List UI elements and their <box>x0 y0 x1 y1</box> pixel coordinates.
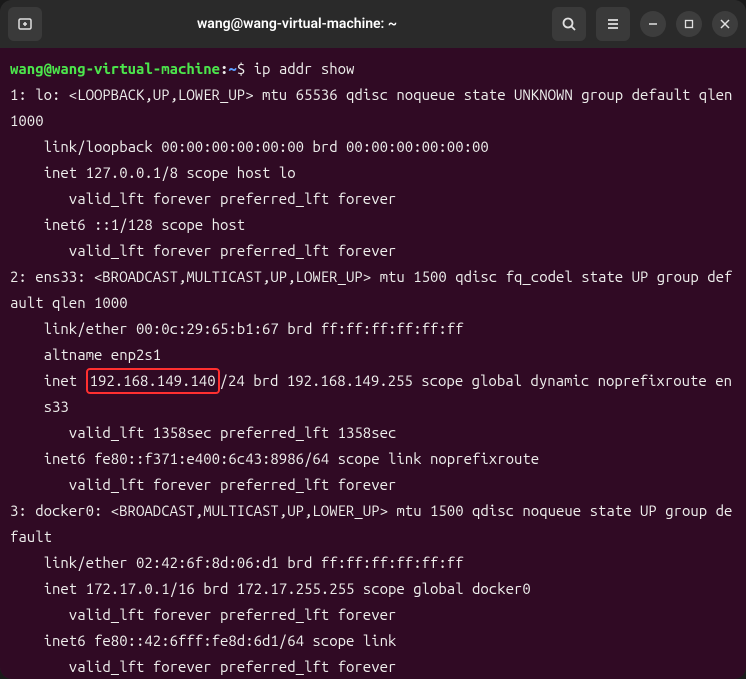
window-title: wang@wang-virtual-machine: ~ <box>50 16 544 32</box>
new-tab-button[interactable] <box>8 7 42 41</box>
search-button[interactable] <box>552 7 586 41</box>
menu-button[interactable] <box>596 7 630 41</box>
minimize-icon <box>648 19 658 29</box>
new-tab-icon <box>17 16 33 32</box>
terminal-line: 3: docker0: <BROADCAST,MULTICAST,UP,LOWE… <box>10 498 736 550</box>
maximize-icon <box>684 19 694 29</box>
prompt-symbol: $ <box>237 60 254 77</box>
terminal-line: valid_lft forever preferred_lft forever <box>10 602 736 628</box>
terminal-line: inet6 fe80::f371:e400:6c43:8986/64 scope… <box>10 446 736 472</box>
terminal-window: wang@wang-virtual-machine: ~ wang@wang-v… <box>0 0 746 679</box>
terminal-line: valid_lft forever preferred_lft forever <box>10 472 736 498</box>
terminal-line: valid_lft forever preferred_lft forever <box>10 654 736 679</box>
terminal-line: link/ether 02:42:6f:8d:06:d1 brd ff:ff:f… <box>10 550 736 576</box>
terminal-body[interactable]: wang@wang-virtual-machine:~$ ip addr sho… <box>0 48 746 679</box>
terminal-line: valid_lft forever preferred_lft forever <box>10 238 736 264</box>
command-text: ip addr show <box>254 60 355 77</box>
hamburger-icon <box>605 16 621 32</box>
terminal-line: 2: ens33: <BROADCAST,MULTICAST,UP,LOWER_… <box>10 264 736 316</box>
terminal-line: wang@wang-virtual-machine:~$ ip addr sho… <box>10 56 736 82</box>
terminal-line: 1: lo: <LOOPBACK,UP,LOWER_UP> mtu 65536 … <box>10 82 736 134</box>
terminal-line: inet 172.17.0.1/16 brd 172.17.255.255 sc… <box>10 576 736 602</box>
titlebar-left-controls <box>8 7 42 41</box>
terminal-line: link/ether 00:0c:29:65:b1:67 brd ff:ff:f… <box>10 316 736 342</box>
titlebar-right-controls <box>552 7 738 41</box>
terminal-line: inet 192.168.149.140/24 brd 192.168.149.… <box>10 368 736 420</box>
terminal-line: altname enp2s1 <box>10 342 736 368</box>
maximize-button[interactable] <box>676 11 702 37</box>
close-button[interactable] <box>712 11 738 37</box>
prompt-path: ~ <box>228 60 236 77</box>
terminal-line: valid_lft 1358sec preferred_lft 1358sec <box>10 420 736 446</box>
terminal-line: valid_lft forever preferred_lft forever <box>10 186 736 212</box>
terminal-line: inet6 ::1/128 scope host <box>10 212 736 238</box>
terminal-line: link/loopback 00:00:00:00:00:00 brd 00:0… <box>10 134 736 160</box>
highlighted-ip: 192.168.149.140 <box>86 368 220 394</box>
search-icon <box>561 16 577 32</box>
terminal-line: inet 127.0.0.1/8 scope host lo <box>10 160 736 186</box>
titlebar: wang@wang-virtual-machine: ~ <box>0 0 746 48</box>
terminal-line: inet6 fe80::42:6fff:fe8d:6d1/64 scope li… <box>10 628 736 654</box>
prompt-user: wang@wang-virtual-machine <box>10 60 220 77</box>
minimize-button[interactable] <box>640 11 666 37</box>
close-icon <box>720 19 730 29</box>
